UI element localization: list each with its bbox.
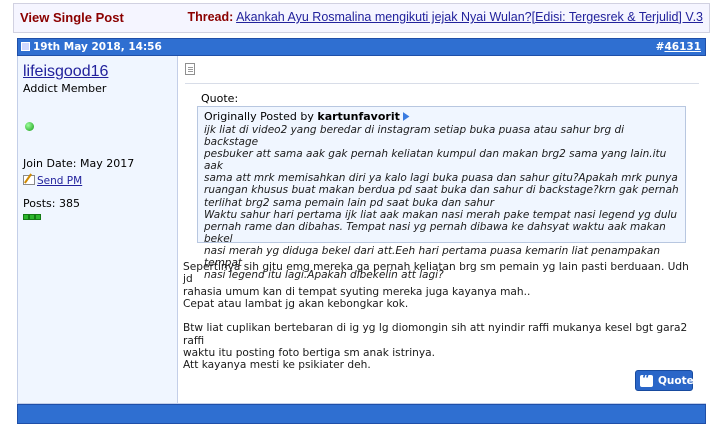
reputation-icon [23,210,41,223]
post-status-icon [21,42,30,51]
view-post-arrow-icon[interactable] [402,112,410,121]
quote-by-prefix: Originally Posted by [204,110,314,123]
thread-label: Thread: [187,10,234,24]
quote-box: Originally Posted by kartunfavorit ijk l… [197,106,686,281]
quote-label: Quote: [201,92,239,105]
post-header: 19th May 2018, 14:56 #46131 [17,38,706,56]
send-pm: Send PM [23,175,82,187]
top-bar: View Single Post Thread: Akankah Ayu Ros… [13,3,710,33]
online-status-icon [25,122,34,131]
send-pm-icon [23,175,35,185]
post-number: #46131 [656,41,701,53]
user-title: Addict Member [23,82,107,95]
post-message: Sepertinya sih gitu emg mereka ga pernah… [183,261,689,372]
message-panel: Quote: Originally Posted by kartunfavori… [179,56,706,403]
quote-button[interactable]: Quote [635,370,694,391]
view-single-post-title: View Single Post [20,10,124,25]
quote-attribution: Originally Posted by kartunfavorit [204,110,679,123]
post-divider [185,83,699,84]
post-container: 19th May 2018, 14:56 #46131 lifeisgood16… [17,38,706,424]
join-date: Join Date: May 2017 [23,157,135,170]
user-info-panel: lifeisgood16 Addict Member Join Date: Ma… [18,56,178,403]
quote-author: kartunfavorit [317,110,400,123]
post-body: lifeisgood16 Addict Member Join Date: Ma… [17,56,706,404]
send-pm-link[interactable]: Send PM [37,175,82,187]
username-link[interactable]: lifeisgood16 [23,63,108,81]
thread-info: Thread: Akankah Ayu Rosmalina mengikuti … [187,10,703,24]
quote-text: ijk liat di video2 yang beredar di insta… [204,124,679,282]
post-footer-bar [17,404,706,424]
post-date-text: 19th May 2018, 14:56 [33,41,162,53]
thread-title-link[interactable]: Akankah Ayu Rosmalina mengikuti jejak Ny… [236,10,703,24]
post-count: Posts: 385 [23,197,80,210]
quote-button-label: Quote [658,375,694,387]
quote-icon [640,372,653,388]
post-number-link[interactable]: 46131 [664,41,701,53]
post-date: 19th May 2018, 14:56 [21,41,162,53]
post-document-icon [185,63,195,75]
